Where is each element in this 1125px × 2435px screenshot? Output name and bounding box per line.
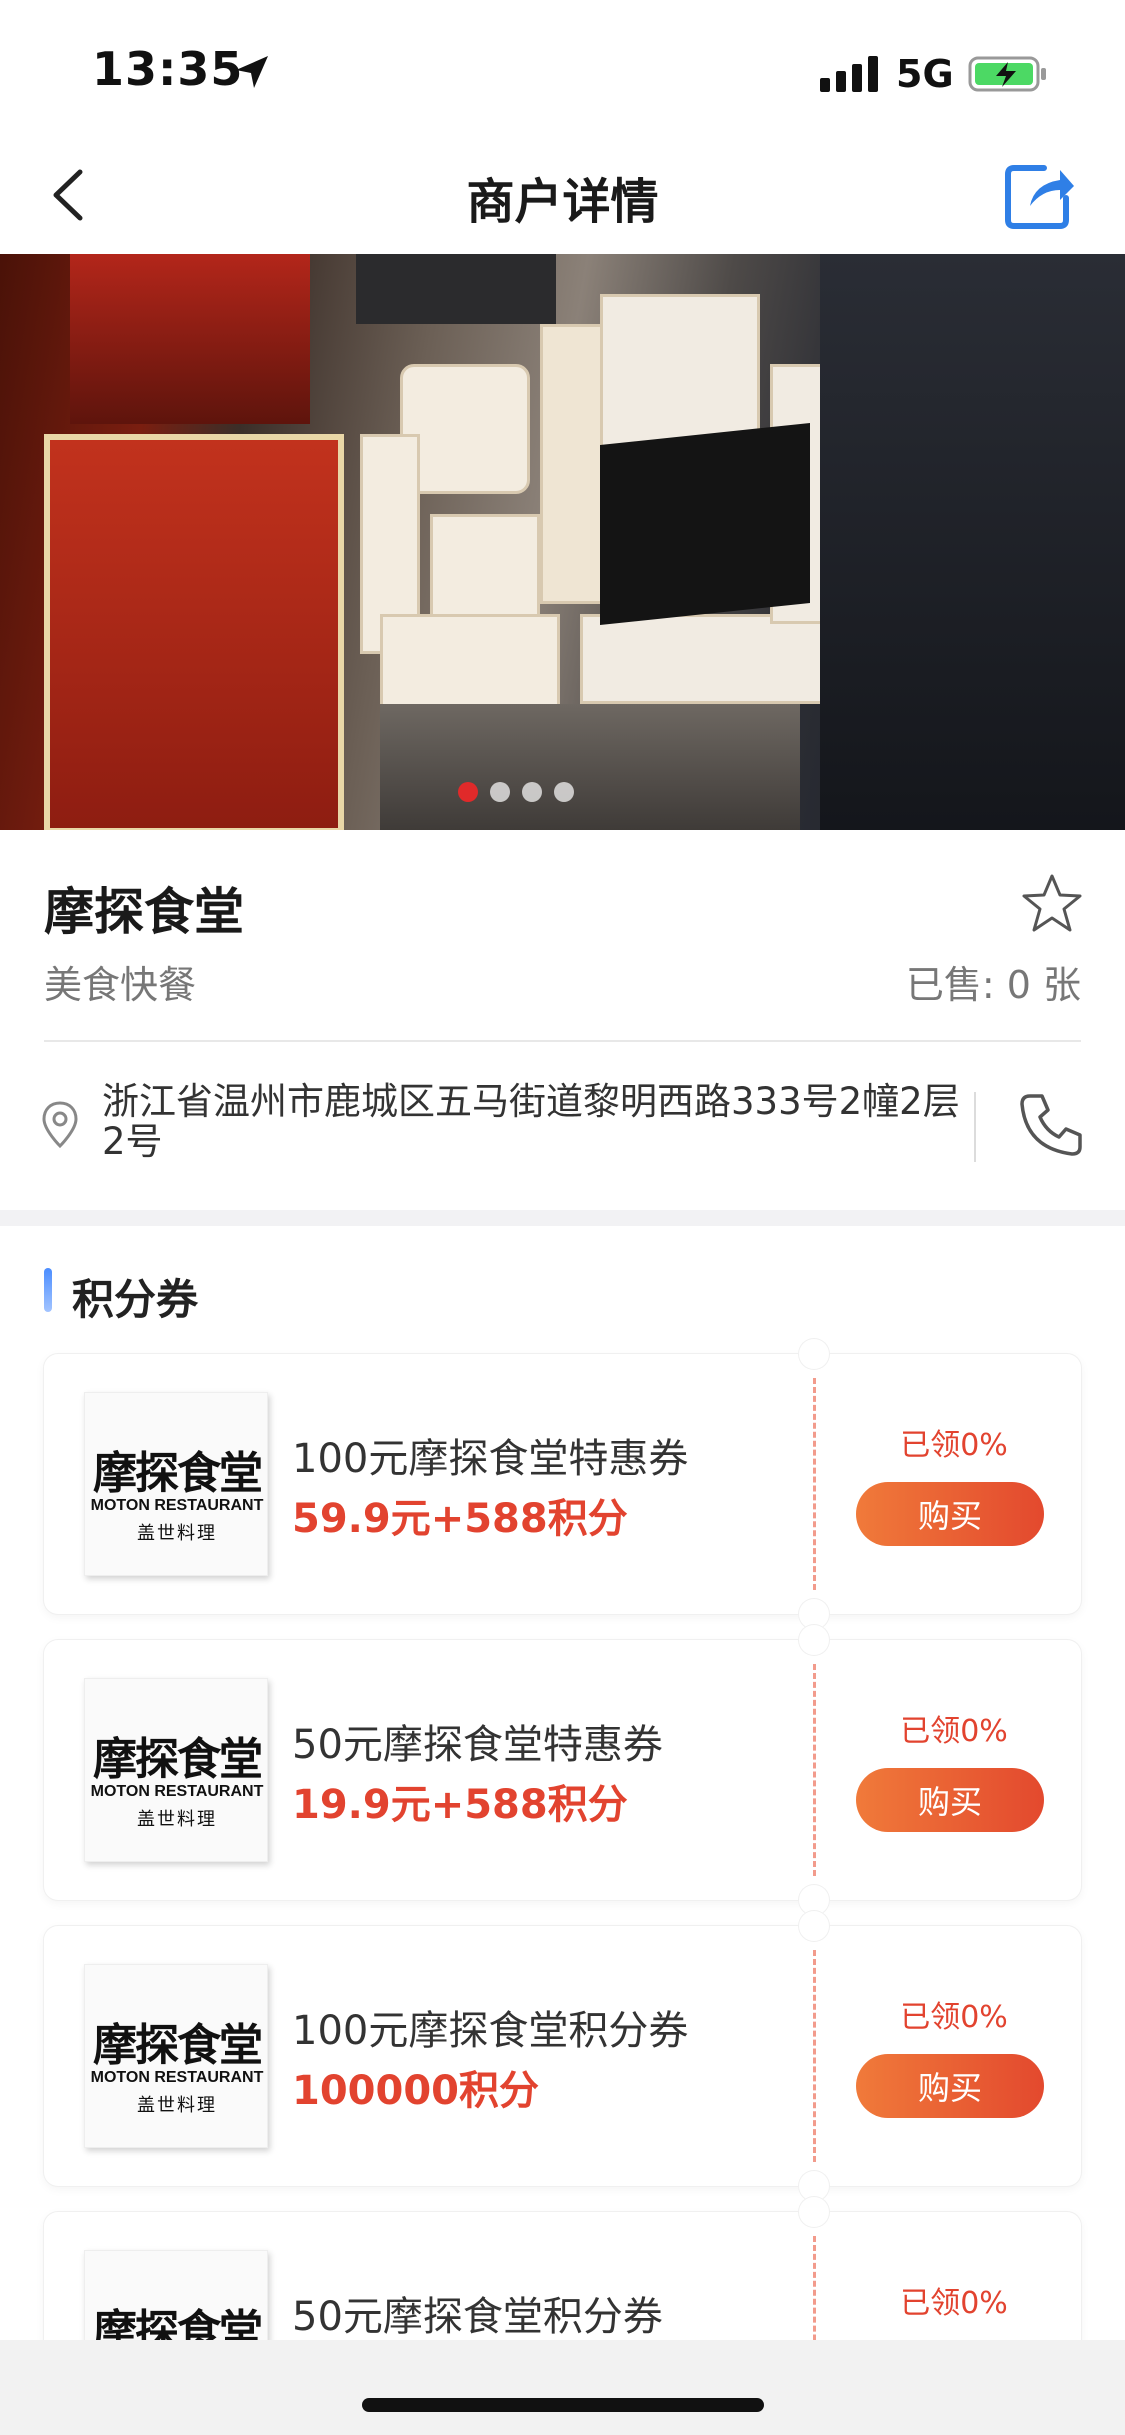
coupon-price: 19.9元+588积分: [292, 1782, 628, 1828]
red-sign-top: [70, 254, 310, 424]
coupon-card[interactable]: 摩探食堂 MOTON RESTAURANT 盖世料理 100元摩探食堂积分券 1…: [44, 1910, 1081, 2202]
divider: [974, 1092, 976, 1162]
sold-count: 已售: 0 张: [906, 954, 1081, 1009]
logo-sub-text: 盖世料理: [137, 1523, 217, 1544]
divider: [44, 1040, 1081, 1042]
carousel-indicator: [458, 782, 574, 802]
merchant-name: 摩探食堂: [44, 883, 244, 941]
status-time: 13:35: [92, 42, 244, 96]
dark-sign: [356, 254, 556, 324]
logo-main-text: 摩探食堂: [93, 2020, 263, 2071]
phone-icon[interactable]: [1016, 1090, 1086, 1160]
coupon-claimed-percent: 已领0%: [900, 2286, 1008, 2321]
buy-button[interactable]: 购买: [856, 1482, 1044, 1546]
coupon-price: 100000积分: [292, 2068, 539, 2114]
share-icon[interactable]: [1000, 158, 1076, 234]
merchant-category: 美食快餐: [44, 963, 197, 1007]
section-accent-bar: [44, 1268, 52, 1312]
page-title: 商户详情: [466, 174, 659, 230]
coupon-title: 50元摩探食堂积分券: [292, 2294, 663, 2340]
coupon-card[interactable]: 摩探食堂 MOTON RESTAURANT 盖世料理 50元摩探食堂特惠券 19…: [44, 1624, 1081, 1916]
merchant-logo-thumbnail: 摩探食堂 MOTON RESTAURANT 盖世料理: [84, 1392, 268, 1576]
logo-main-text: 摩探食堂: [93, 1734, 263, 1785]
buy-button[interactable]: 购买: [856, 2054, 1044, 2118]
buy-button[interactable]: 购买: [856, 1768, 1044, 1832]
coupon-claimed-percent: 已领0%: [900, 1714, 1008, 1749]
coupon-title: 100元摩探食堂特惠券: [292, 1436, 689, 1482]
merchant-logo-thumbnail: 摩探食堂 MOTON RESTAURANT 盖世料理: [84, 1678, 268, 1862]
location-arrow-icon: [236, 56, 268, 88]
coupon-notch: [798, 2196, 830, 2228]
coupon-claimed-percent: 已领0%: [900, 1428, 1008, 1463]
logo-sub-text: 盖世料理: [137, 2095, 217, 2116]
logo-en-text: MOTON RESTAURANT: [90, 1783, 264, 1800]
storefront-photo-carousel[interactable]: [0, 254, 1125, 830]
status-bar: 13:35 5G: [0, 0, 1125, 140]
coupon-notch: [798, 1910, 830, 1942]
carousel-dot[interactable]: [490, 782, 510, 802]
logo-en-text: MOTON RESTAURANT: [90, 2069, 264, 2086]
section-separator: [0, 1210, 1125, 1226]
logo-sub-text: 盖世料理: [137, 1809, 217, 1830]
coupon-claimed-percent: 已领0%: [900, 2000, 1008, 2035]
cellular-signal-icon: [820, 56, 878, 92]
battery-charging-icon: [968, 56, 1046, 92]
poster: [580, 614, 830, 704]
merchant-logo-thumbnail: 摩探食堂 MOTON RESTAURANT 盖世料理: [84, 1964, 268, 2148]
nav-bar: 商户详情: [0, 140, 1125, 254]
merchant-address[interactable]: 浙江省温州市鹿城区五马街道黎明西路333号2幢2层2号: [102, 1082, 962, 1162]
coupon-notch: [798, 1624, 830, 1656]
dark-building-facade: [820, 254, 1125, 830]
network-type: 5G: [896, 52, 954, 96]
coupon-title: 50元摩探食堂特惠券: [292, 1722, 663, 1768]
coupon-perforation: [813, 1950, 816, 2162]
carousel-dot[interactable]: [458, 782, 478, 802]
sold-value: 0 张: [1006, 963, 1081, 1007]
black-cube-sign: [600, 422, 810, 626]
logo-en-text: MOTON RESTAURANT: [90, 1497, 264, 1514]
coupon-notch: [798, 1338, 830, 1370]
coupon-card[interactable]: 摩探食堂 MOTON RESTAURANT 盖世料理 100元摩探食堂特惠券 5…: [44, 1338, 1081, 1630]
logo-main-text: 摩探食堂: [93, 1448, 263, 1499]
coupon-perforation: [813, 1664, 816, 1876]
home-indicator-area: [0, 2340, 1125, 2435]
carousel-dot[interactable]: [522, 782, 542, 802]
carousel-dot[interactable]: [554, 782, 574, 802]
ground-structure: [380, 704, 800, 830]
coupon-title: 100元摩探食堂积分券: [292, 2008, 689, 2054]
section-title: 积分券: [72, 1275, 199, 1324]
coupon-perforation: [813, 1378, 816, 1590]
red-neon-signboard: [44, 434, 344, 830]
coupon-price: 59.9元+588积分: [292, 1496, 628, 1542]
home-indicator[interactable]: [362, 2398, 764, 2412]
favorite-star-icon[interactable]: [1020, 872, 1084, 936]
location-pin-icon: [42, 1101, 78, 1149]
sold-label: 已售:: [905, 963, 995, 1007]
